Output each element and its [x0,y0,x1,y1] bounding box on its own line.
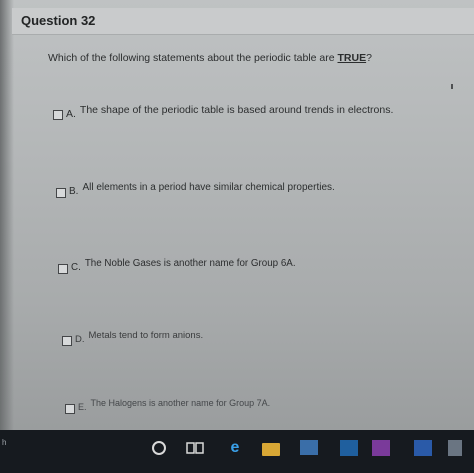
answer-text-e: The Halogens is another name for Group 7… [90,398,271,408]
answer-letter-c: C. [71,262,81,273]
answer-text-c: The Noble Gases is another name for Grou… [84,258,296,269]
answer-letter-e: E. [78,402,87,412]
answer-option-e[interactable]: E. The Halogens is another name for Grou… [65,398,270,414]
mouse-cursor-icon [451,84,453,89]
answer-letter-a: A. [66,108,76,120]
taskbar-side-label: h [2,438,7,447]
answer-letter-d: D. [75,334,85,345]
answer-checkbox-b[interactable] [56,188,66,198]
question-title: Question 32 [21,13,96,28]
question-text-end: ? [366,52,372,64]
onenote-icon[interactable] [372,440,390,456]
question-text: Which of the following statements about … [48,52,372,64]
answer-text-a: The shape of the periodic table is based… [79,104,394,116]
answer-option-c[interactable]: C. The Noble Gases is another name for G… [58,258,296,274]
answer-checkbox-c[interactable] [58,264,68,274]
file-explorer-icon[interactable] [262,443,280,456]
answer-checkbox-e[interactable] [65,404,75,414]
cortana-icon[interactable] [152,441,166,455]
answer-checkbox-d[interactable] [62,336,72,346]
task-view-icon[interactable] [186,440,204,456]
answer-letter-b: B. [69,186,79,197]
edge-icon[interactable]: e [226,440,244,456]
answer-option-d[interactable]: D. Metals tend to form anions. [62,330,203,346]
mail-icon[interactable] [340,440,358,456]
answer-text-b: All elements in a period have similar ch… [82,182,335,193]
answer-option-a[interactable]: A. The shape of the periodic table is ba… [53,104,393,120]
answer-checkbox-a[interactable] [53,110,63,120]
word-icon[interactable] [414,440,432,456]
quiz-screen: Question 32 Which of the following state… [0,0,474,473]
question-text-main: Which of the following statements about … [48,52,338,64]
app-icon[interactable] [448,440,462,456]
answer-text-d: Metals tend to form anions. [88,330,204,341]
store-icon[interactable] [300,440,318,455]
question-text-emphasis: TRUE [337,52,367,64]
left-edge-shadow [0,0,14,473]
answer-option-b[interactable]: B. All elements in a period have similar… [56,182,335,198]
